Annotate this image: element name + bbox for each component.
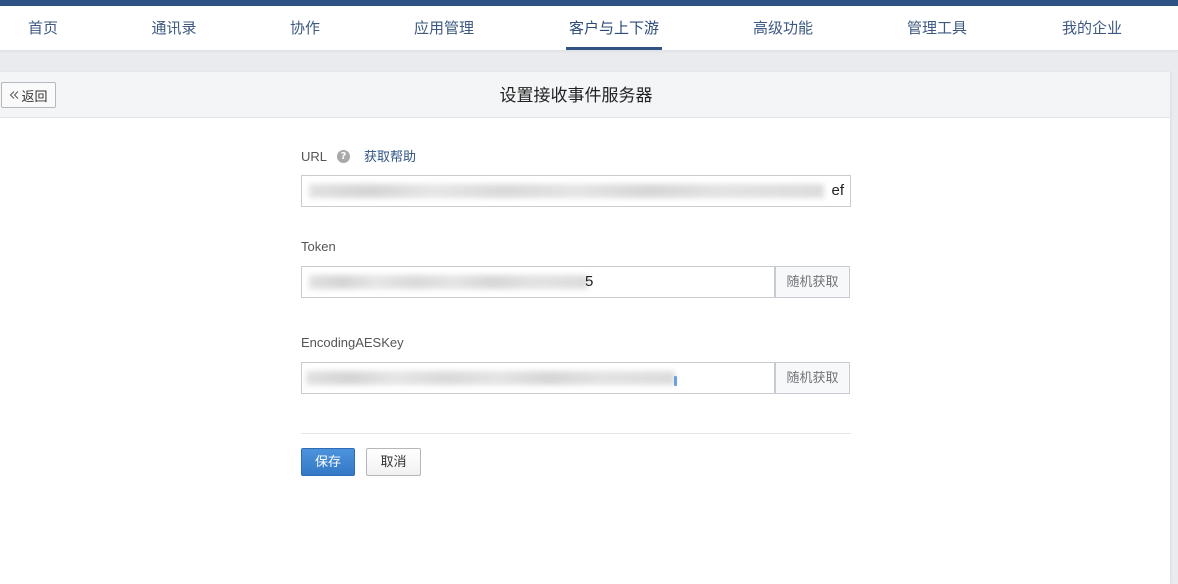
token-random-button[interactable]: 随机获取 [775,266,850,298]
nav-item-app-management[interactable]: 应用管理 [414,6,474,50]
cancel-button[interactable]: 取消 [366,448,421,476]
nav-item-customers-partners[interactable]: 客户与上下游 [569,6,659,50]
settings-card: 返回 设置接收事件服务器 URL 获取帮助 ef Token 5 随机获取 En… [0,72,1170,584]
blurred-value [306,371,675,385]
back-button-label: 返回 [21,88,48,104]
token-label: Token [301,239,336,254]
get-help-link[interactable]: 获取帮助 [364,148,416,166]
nav-item-advanced-features[interactable]: 高级功能 [753,6,813,50]
nav-item-home[interactable]: 首页 [28,6,58,50]
url-input[interactable]: ef [301,175,851,207]
url-value-tail: ef [831,182,844,199]
aes-key-random-button[interactable]: 随机获取 [775,362,850,394]
blurred-value-fragment [674,376,677,386]
aes-key-label: EncodingAESKey [301,335,404,350]
nav-item-my-company[interactable]: 我的企业 [1062,6,1122,50]
question-circle-icon[interactable] [337,150,350,163]
nav-item-contacts[interactable]: 通讯录 [151,6,196,50]
blurred-value [309,275,588,289]
active-tab-indicator [566,47,662,50]
save-button[interactable]: 保存 [301,448,355,476]
token-input[interactable]: 5 [301,266,775,298]
token-value-tail: 5 [585,273,594,290]
url-label: URL [301,149,328,164]
aes-key-input[interactable] [301,362,775,394]
form-divider [301,433,851,434]
double-chevron-left-icon [9,90,19,100]
blurred-value [309,184,824,198]
back-button[interactable]: 返回 [1,82,56,108]
nav-item-admin-tools[interactable]: 管理工具 [907,6,967,50]
event-server-form: URL 获取帮助 ef Token 5 随机获取 EncodingAESKey … [301,72,851,512]
nav-item-collaboration[interactable]: 协作 [290,6,320,50]
top-nav: 首页 通讯录 协作 应用管理 客户与上下游 高级功能 管理工具 我的企业 [0,6,1178,51]
